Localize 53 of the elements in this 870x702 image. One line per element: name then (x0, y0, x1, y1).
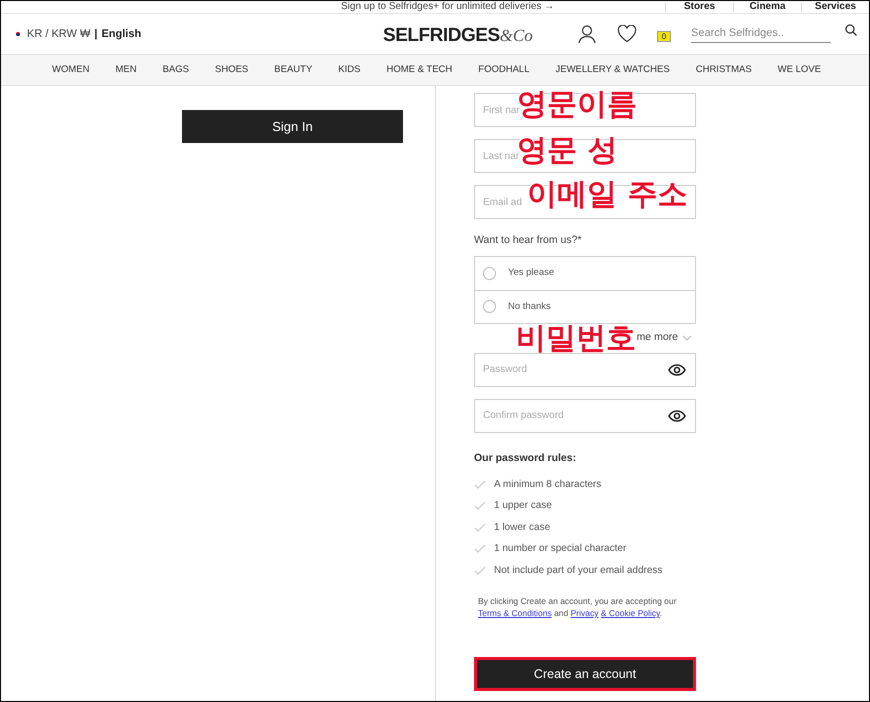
password-field[interactable]: Confirm password (474, 398, 696, 433)
nav-link[interactable]: FOODHALL (478, 62, 530, 78)
nav-link[interactable]: CHRISTMAS (696, 62, 752, 78)
flag-icon (13, 30, 23, 38)
input-field[interactable]: First nar영문이름 (474, 93, 696, 127)
heart-icon[interactable] (617, 25, 637, 43)
nav-link[interactable]: SHOES (215, 62, 248, 78)
radio-icon[interactable] (483, 266, 496, 280)
rule-text: 1 upper case (494, 499, 552, 514)
create-account-button[interactable]: Create an account (474, 657, 696, 691)
nav-link[interactable]: BEAUTY (274, 62, 312, 78)
logo[interactable]: SELFRIDGES&Co (383, 22, 533, 50)
search-field[interactable]: Search Selfridges.. (691, 25, 831, 43)
placeholder-text: Last nar (483, 150, 520, 162)
utility-link[interactable]: Stores (665, 2, 733, 12)
radio-option[interactable]: No thanks (475, 290, 695, 323)
question-label: Want to hear from us?* (474, 233, 583, 248)
password-field[interactable]: Password (474, 352, 696, 387)
eye-icon[interactable] (668, 410, 686, 422)
input-field[interactable]: Last nar영문 성 (474, 139, 696, 173)
account-icon[interactable] (577, 24, 597, 44)
rule-text: 1 lower case (494, 520, 550, 535)
cookie-policy-link[interactable]: & Cookie Policy (600, 608, 660, 618)
radio-icon[interactable] (483, 300, 496, 314)
show-more-link[interactable]: me more (636, 330, 678, 346)
search-icon[interactable] (845, 24, 857, 36)
language-link[interactable]: English (101, 26, 142, 42)
terms-link[interactable]: Terms & Conditions (478, 608, 552, 618)
nav-link[interactable]: BAGS (162, 62, 189, 78)
eye-icon[interactable] (668, 364, 686, 376)
nav-link[interactable]: MEN (115, 62, 137, 78)
rules-title: Our password rules: (474, 450, 578, 466)
utility-link[interactable]: Cinema (733, 2, 801, 12)
nav-link[interactable]: KIDS (338, 62, 360, 78)
legal-text: By clicking Create an account, you are accepting our Terms & Conditions and Privacy & Cookie Policy. (478, 595, 678, 619)
privacy-link[interactable]: Privacy (570, 608, 598, 618)
radio-option[interactable]: Yes please (475, 256, 695, 290)
utility-link[interactable]: Services (801, 2, 869, 12)
rule-text: 1 number or special character (494, 542, 626, 556)
sign-in-button[interactable]: Sign In (182, 110, 403, 143)
bag-icon[interactable]: 0 (657, 30, 671, 42)
promo-text[interactable]: Sign up to Selfridges+ for unlimited deliveries → (341, 2, 554, 12)
rule-text: Not include part of your email address (494, 564, 662, 578)
nav-link[interactable]: WOMEN (52, 62, 90, 78)
separator-text: | (94, 26, 98, 42)
rule-text: A minimum 8 characters (494, 478, 602, 492)
placeholder-text: Email ad (483, 196, 522, 210)
placeholder-text: First nar (483, 104, 520, 116)
annotation-text: 비밀번호 (516, 324, 636, 354)
nav-link[interactable]: JEWELLERY & WATCHES (556, 62, 670, 78)
nav-link[interactable]: WE LOVE (778, 62, 821, 78)
nav-link[interactable]: HOME & TECH (386, 62, 452, 78)
locale-link[interactable]: KR / KRW ₩ (27, 26, 90, 42)
